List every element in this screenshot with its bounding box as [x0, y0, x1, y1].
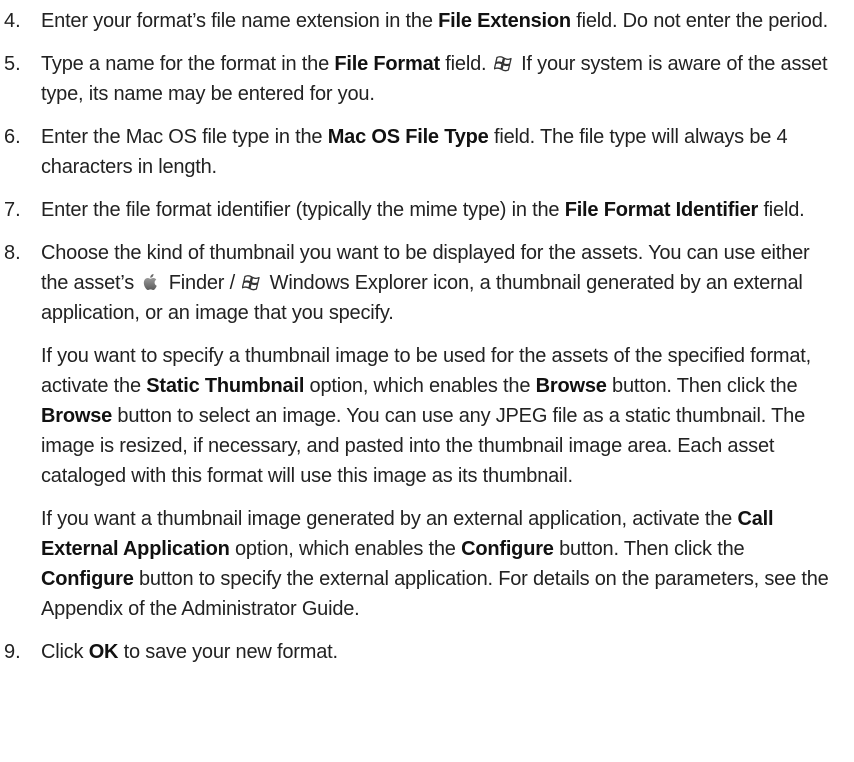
step-item: 6. Enter the Mac OS file type in the Mac …: [4, 122, 834, 182]
ui-term: File Format Identifier: [564, 199, 759, 221]
step-body: Enter your format’s file name extension …: [41, 6, 834, 36]
text-run: Enter the Mac OS file type in the: [41, 126, 328, 148]
step-body: Enter the Mac OS file type in the Mac OS…: [41, 122, 834, 182]
ui-term: Configure: [41, 568, 134, 590]
text-run: If you want a thumbnail image generated …: [41, 508, 738, 530]
text-run: Click: [41, 641, 89, 663]
step-paragraph: Type a name for the format in the File F…: [41, 49, 834, 109]
step-item: 7. Enter the file format identifier (typi…: [4, 195, 834, 225]
step-number: 4.: [4, 10, 21, 32]
step-number: 8.: [4, 242, 21, 264]
ui-term: Configure: [461, 538, 554, 560]
step-body: Enter the file format identifier (typica…: [41, 195, 834, 225]
text-run: option, which enables the: [229, 538, 462, 560]
ui-term: Static Thumbnail: [146, 375, 305, 397]
step-paragraph: Enter the file format identifier (typica…: [41, 195, 834, 225]
text-run: Finder /: [163, 272, 241, 294]
step-item: 4. Enter your format’s file name extensio…: [4, 6, 834, 36]
step-paragraph: Click OK to save your new format.: [41, 637, 834, 667]
step-body: Click OK to save your new format.: [41, 637, 834, 667]
text-run: option, which enables the: [304, 375, 536, 397]
step-paragraph: Choose the kind of thumbnail you want to…: [41, 238, 834, 328]
step-body: Type a name for the format in the File F…: [41, 49, 834, 109]
step-number: 9.: [4, 641, 21, 663]
ui-term: OK: [88, 641, 119, 663]
windows-icon: [242, 272, 262, 292]
ui-term: File Format: [334, 53, 440, 75]
text-run: field.: [758, 199, 805, 221]
step-paragraph: If you want a thumbnail image generated …: [41, 504, 834, 624]
step-body: Choose the kind of thumbnail you want to…: [41, 238, 834, 624]
ui-term: Browse: [41, 405, 113, 427]
text-run: Enter the file format identifier (typica…: [41, 199, 565, 221]
step-paragraph: Enter the Mac OS file type in the Mac OS…: [41, 122, 834, 182]
step-paragraph: Enter your format’s file name extension …: [41, 6, 834, 36]
windows-icon: [493, 53, 514, 73]
step-item: 8. Choose the kind of thumbnail you want …: [4, 238, 834, 624]
text-run: button to select an image. You can use a…: [41, 405, 805, 487]
text-run: field. Do not enter the period.: [570, 10, 829, 32]
text-run: button. Then click the: [553, 538, 745, 560]
step-item: 9. Click OK to save your new format.: [4, 637, 834, 667]
text-run: to save your new format.: [118, 641, 338, 663]
apple-icon: [141, 272, 161, 292]
step-item: 5. Type a name for the format in the File…: [4, 49, 834, 109]
ui-term: Mac OS File Type: [327, 126, 489, 148]
step-number: 7.: [4, 199, 21, 221]
text-run: Type a name for the format in the: [41, 53, 335, 75]
step-paragraph: If you want to specify a thumbnail image…: [41, 341, 834, 491]
text-run: button. Then click the: [606, 375, 798, 397]
text-run: button to specify the external applicati…: [41, 568, 829, 620]
step-number: 6.: [4, 126, 21, 148]
ui-term: File Extension: [438, 10, 571, 32]
text-run: Enter your format’s file name extension …: [41, 10, 439, 32]
ui-term: Browse: [535, 375, 607, 397]
instruction-steps-list: 4. Enter your format’s file name extensio…: [4, 6, 834, 667]
document-page: 4. Enter your format’s file name extensio…: [0, 0, 854, 762]
text-run: field.: [439, 53, 492, 75]
step-number: 5.: [4, 53, 21, 75]
